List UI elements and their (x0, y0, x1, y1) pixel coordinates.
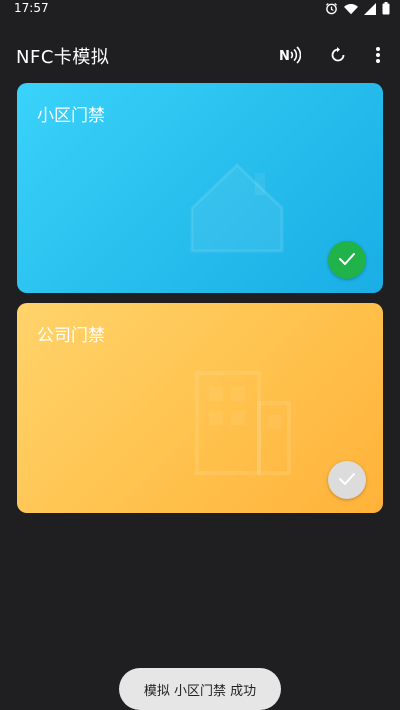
house-icon (182, 153, 292, 257)
selected-check-button[interactable] (328, 241, 366, 279)
refresh-button[interactable] (325, 44, 351, 70)
signal-icon (364, 2, 376, 15)
more-vert-icon (375, 46, 381, 68)
status-bar: 17:57 (0, 0, 400, 18)
battery-icon (382, 2, 390, 15)
app-bar: NFC卡模拟 N (0, 34, 400, 78)
toast-text: 模拟 小区门禁 成功 (143, 683, 257, 699)
nfc-icon: N (279, 46, 302, 68)
wifi-icon (344, 3, 358, 15)
card-title: 公司门禁 (37, 326, 105, 346)
status-time: 17:57 (14, 1, 49, 15)
card-title: 小区门禁 (37, 106, 105, 126)
unselected-check-button[interactable] (328, 461, 366, 499)
access-card-office[interactable]: 公司门禁 (17, 303, 383, 513)
alarm-icon (325, 2, 338, 15)
app-title: NFC卡模拟 (16, 47, 110, 68)
refresh-icon (329, 46, 347, 68)
access-card-residential[interactable]: 小区门禁 (17, 83, 383, 293)
nfc-button[interactable]: N (277, 44, 303, 70)
office-building-icon (187, 363, 307, 487)
more-options-button[interactable] (365, 44, 391, 70)
svg-text:N: N (279, 49, 290, 64)
check-icon (338, 471, 356, 490)
check-icon (338, 251, 356, 270)
toast-message: 模拟 小区门禁 成功 (119, 668, 281, 710)
status-icons (325, 2, 390, 15)
